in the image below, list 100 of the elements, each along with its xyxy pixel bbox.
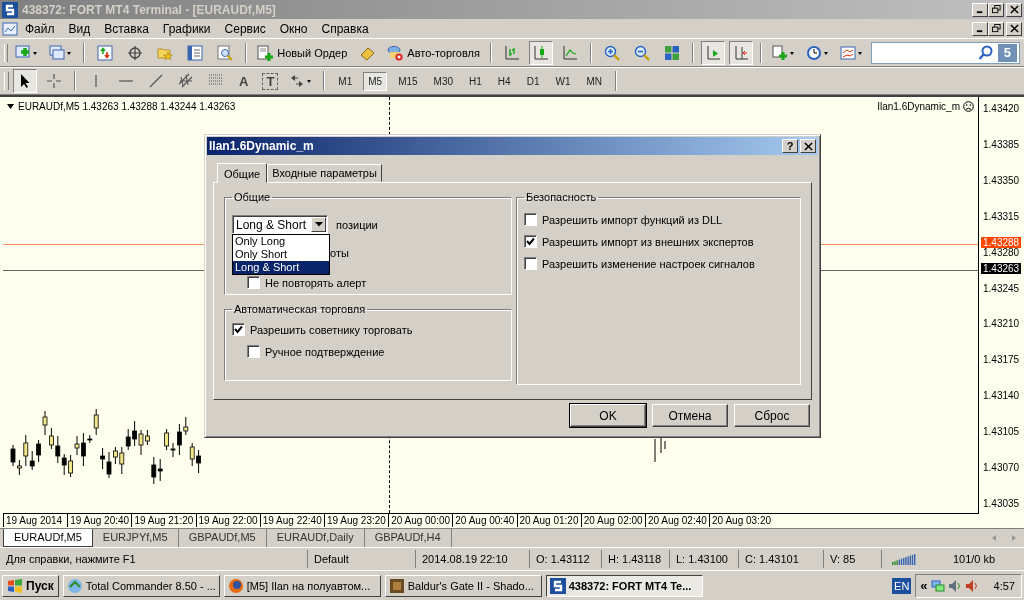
time-label: 19 Aug 22:00 [195, 514, 260, 527]
timeframe-button[interactable]: D1 [521, 71, 545, 91]
help-button[interactable]: ? [782, 139, 798, 153]
price-label: 1.43385 [983, 139, 1020, 150]
tray-expand[interactable]: « [920, 578, 928, 593]
field-label: позиции [336, 218, 378, 231]
minimize-button[interactable] [972, 21, 988, 36]
timeframe-button[interactable]: W1 [550, 71, 576, 91]
timeframe-button[interactable]: M5 [363, 71, 388, 91]
language-indicator[interactable]: EN [892, 577, 912, 594]
dialog-button[interactable]: Отмена [652, 404, 728, 427]
close-button[interactable] [1006, 2, 1022, 17]
checkbox-label: Разрешить изменение настроек сигналов [542, 257, 755, 270]
chart-tab[interactable]: EURAUDf,Daily [266, 529, 365, 547]
status-text: 101/0 kb [951, 552, 997, 567]
auto-trading-button[interactable]: Авто-торговля [384, 42, 483, 63]
time-label: 19 Aug 2014 [3, 514, 68, 527]
restore-button[interactable] [988, 2, 1004, 17]
text-label-tool[interactable]: T [262, 72, 279, 90]
autoscroll-icon[interactable] [704, 44, 721, 61]
status-text: Default [310, 550, 416, 568]
time-label: 20 Aug 00:40 [452, 514, 517, 527]
dropdown-triangle-icon[interactable] [7, 104, 14, 109]
time-label: 20 Aug 02:00 [580, 514, 645, 527]
chart-tab[interactable]: EURAUDf,M5 [3, 529, 93, 547]
text-tool[interactable]: A [233, 73, 255, 89]
checkbox[interactable] [247, 345, 260, 358]
speaker-icon[interactable] [964, 578, 979, 593]
time-label: 20 Aug 00:00 [388, 514, 453, 527]
timeframe-button[interactable]: M1 [333, 71, 358, 91]
menu-item[interactable]: Вставка [97, 21, 156, 36]
timeframe-button[interactable]: M15 [393, 71, 423, 91]
checkbox[interactable] [524, 257, 537, 270]
timeframe-button[interactable]: M30 [428, 71, 459, 91]
time-label: 19 Aug 21:20 [131, 514, 196, 527]
speaker-icon[interactable] [947, 578, 962, 593]
connection-bars-icon [892, 553, 916, 565]
price-label: 1.43035 [983, 498, 1020, 509]
close-button[interactable] [800, 139, 816, 153]
taskbar-button[interactable]: [M5] Ilan на полуавтом... [223, 574, 381, 597]
dialog-title: Ilan1.6Dynamic_m [209, 139, 314, 153]
taskbar-button[interactable]: Total Commander 8.50 - ... [62, 574, 220, 597]
price-label: 1.43315 [983, 211, 1020, 222]
network-icon[interactable] [930, 578, 945, 593]
status-text: H: 1.43118 [604, 550, 670, 568]
start-button[interactable]: Пуск [2, 574, 59, 597]
menu-item[interactable]: Сервис [217, 21, 273, 36]
minimize-button[interactable] [972, 2, 988, 17]
price-label: 1.43350 [983, 175, 1020, 186]
frown-icon [963, 101, 974, 112]
group-title: Общие [233, 191, 272, 203]
dropdown-option[interactable]: Long & Short [233, 261, 329, 274]
status-text: O: 1.43112 [532, 550, 602, 568]
dialog-tab[interactable]: Входные параметры [267, 164, 382, 182]
search-icon[interactable] [977, 44, 994, 61]
timeframe-button[interactable]: H4 [492, 71, 516, 91]
taskbar-button[interactable]: 438372: FORT MT4 Te... [545, 574, 703, 597]
status-text: L: 1.43100 [672, 550, 739, 568]
checkbox-label: оты [330, 247, 349, 259]
timeframe-button[interactable]: H1 [464, 71, 487, 91]
status-text: V: 85 [826, 550, 882, 568]
status-text: C: 1.43101 [741, 550, 824, 568]
dropdown-arrow-icon [314, 222, 323, 227]
new-order-button[interactable]: Новый Ордер [254, 42, 351, 63]
checkbox-label: Разрешить импорт функций из DLL [542, 213, 723, 226]
menu-item[interactable]: Окно [272, 21, 315, 36]
dialog-button[interactable]: OK [570, 404, 646, 427]
close-button[interactable] [1006, 21, 1022, 36]
price-label: 1.43070 [983, 463, 1020, 473]
dialog-button[interactable]: Сброс [734, 404, 810, 427]
positions-dropdown[interactable]: Long & Short [232, 215, 328, 234]
chart-tab[interactable]: GBPAUDf,M5 [178, 529, 267, 547]
dropdown-option[interactable]: Only Long [233, 235, 329, 248]
checkbox[interactable] [524, 235, 537, 248]
chart-window-icon[interactable] [2, 20, 18, 37]
menu-item[interactable]: Справка [314, 21, 376, 36]
restore-button[interactable] [988, 21, 1004, 36]
checkbox[interactable] [247, 276, 260, 289]
dialog-tab[interactable]: Общие [217, 163, 268, 183]
chart-header: EURAUDf,M5 1.43263 1.43288 1.43244 1.43263 [18, 101, 236, 112]
group-title: Безопасность [525, 191, 598, 203]
checkbox[interactable] [232, 323, 245, 336]
checkbox[interactable] [524, 213, 537, 226]
candlestick-icon[interactable] [532, 44, 549, 61]
time-label: 20 Aug 03:20 [709, 514, 774, 527]
taskbar-button[interactable]: Baldur's Gate II - Shado... [384, 574, 542, 597]
menu-item[interactable]: Графики [155, 21, 218, 36]
dropdown-option[interactable]: Only Short [233, 248, 329, 261]
menu-item[interactable]: Вид [61, 21, 98, 36]
window-title: 438372: FORT MT4 Terminal - [EURAUDf,M5] [22, 2, 276, 17]
app-icon [66, 577, 83, 594]
chart-tab[interactable]: GBPAUDf,H4 [364, 529, 452, 547]
price-badge: 1.43263 [981, 263, 1022, 274]
chart-tab[interactable]: EURJPYf,M5 [92, 529, 179, 547]
timeframe-button[interactable]: MN [581, 71, 607, 91]
auto-trading-icon [387, 44, 404, 61]
menu-item[interactable]: Файл [18, 21, 62, 36]
app-logo-icon [549, 577, 566, 594]
chart-shift-icon[interactable] [732, 44, 749, 61]
new-document-icon [257, 44, 274, 61]
